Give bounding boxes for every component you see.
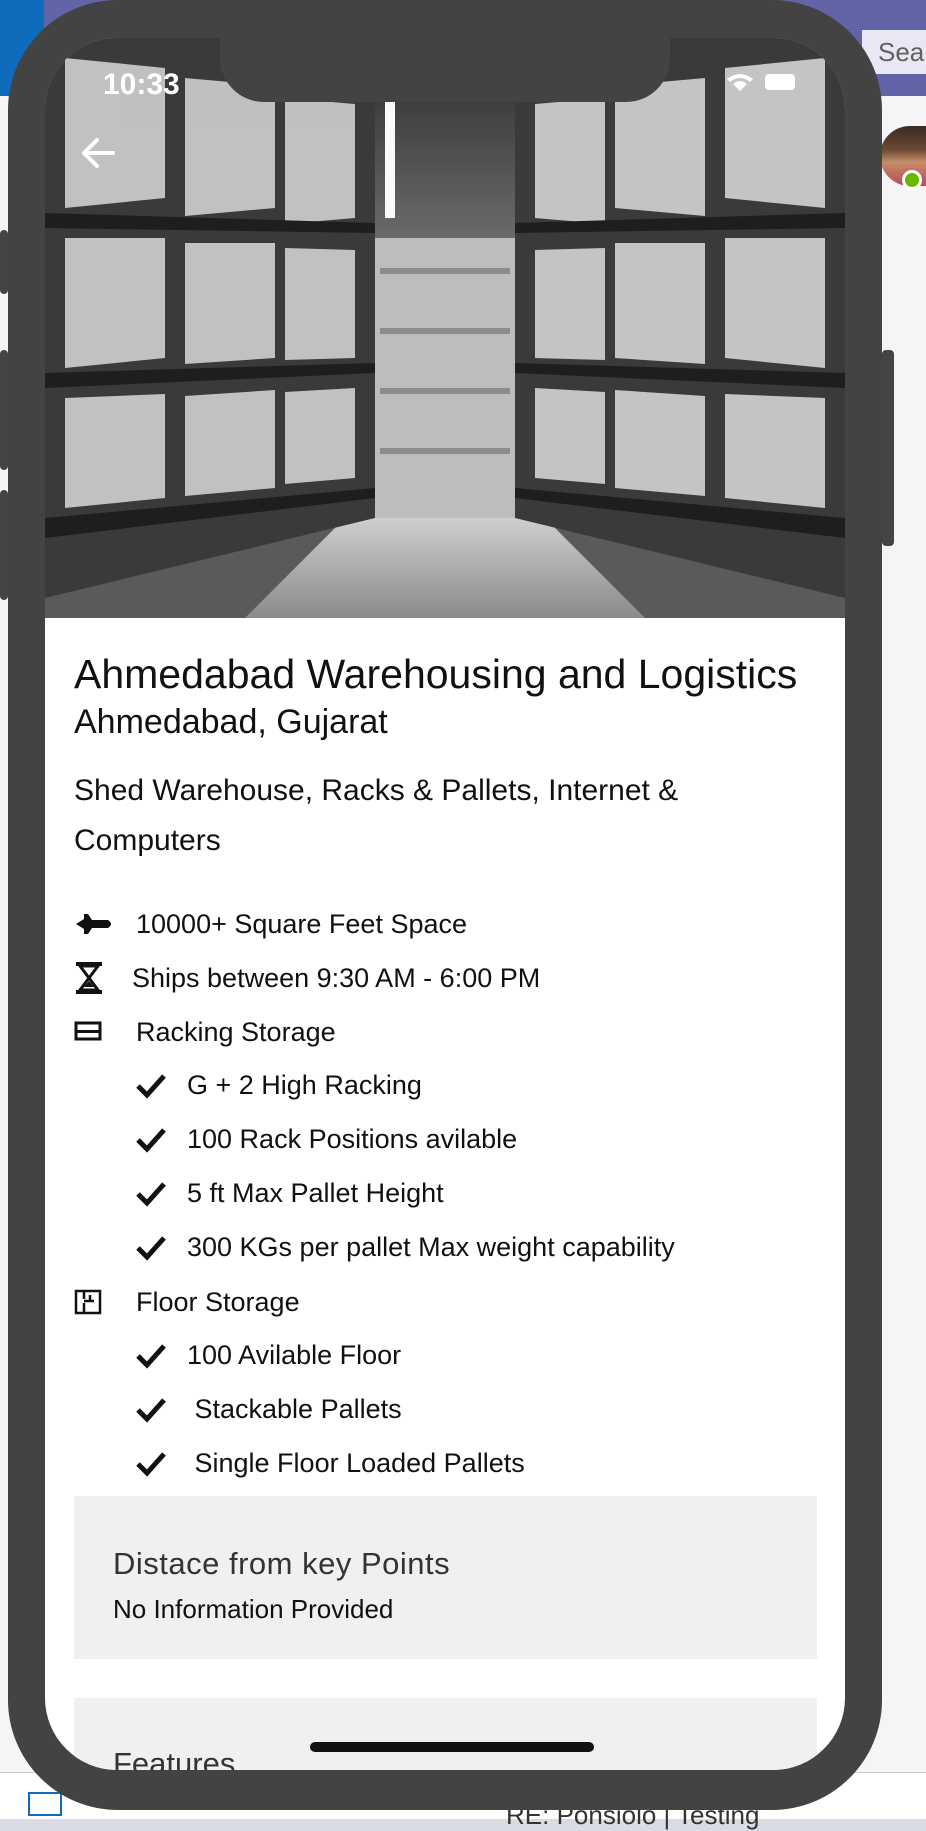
back-arrow-icon[interactable] bbox=[73, 128, 123, 178]
racking-item: G + 2 High Racking bbox=[135, 1070, 422, 1101]
floor-item: Stackable Pallets bbox=[135, 1394, 402, 1425]
features-card: Features bbox=[74, 1698, 817, 1770]
phone-screen: 10:33 Ahmedabad Warehousing and Logistic… bbox=[45, 38, 845, 1770]
listing-details: Ahmedabad Warehousing and Logistics Ahme… bbox=[74, 650, 816, 866]
desktop-edge-tab bbox=[0, 230, 8, 294]
floor-item-text: 100 Avilable Floor bbox=[187, 1340, 402, 1370]
racking-item: 300 KGs per pallet Max weight capability bbox=[135, 1232, 675, 1263]
checkmark-icon bbox=[136, 1397, 166, 1423]
distance-card: Distace from key Points No Information P… bbox=[74, 1496, 817, 1659]
distance-card-title: Distace from key Points bbox=[113, 1546, 451, 1581]
floor-item-text: Single Floor Loaded Pallets bbox=[187, 1448, 525, 1478]
floor-plan-icon bbox=[74, 1286, 116, 1318]
airplane-icon bbox=[74, 908, 116, 940]
hours-text: Ships between 9:30 AM - 6:00 PM bbox=[132, 962, 541, 993]
desktop-edge-tab bbox=[0, 490, 8, 600]
racking-item-text: 100 Rack Positions avilable bbox=[187, 1124, 518, 1154]
checkmark-icon bbox=[136, 1343, 166, 1369]
listing-title: Ahmedabad Warehousing and Logistics bbox=[74, 651, 798, 697]
racking-storage-label: Racking Storage bbox=[136, 1016, 336, 1047]
space-text: 10000+ Square Feet Space bbox=[136, 908, 468, 939]
desktop-edge-tab bbox=[882, 350, 894, 546]
checkmark-icon bbox=[136, 1127, 166, 1153]
checkmark-icon bbox=[136, 1451, 166, 1477]
distance-card-text: No Information Provided bbox=[113, 1594, 394, 1624]
features-card-title: Features bbox=[113, 1746, 236, 1770]
checkmark-icon bbox=[136, 1235, 166, 1261]
desktop-edge-tab bbox=[0, 350, 8, 470]
racking-item-text: 300 KGs per pallet Max weight capability bbox=[187, 1232, 675, 1262]
checkmark-icon bbox=[136, 1181, 166, 1207]
racking-item: 5 ft Max Pallet Height bbox=[135, 1178, 444, 1209]
racking-item-text: 5 ft Max Pallet Height bbox=[187, 1178, 444, 1208]
floor-item: Single Floor Loaded Pallets bbox=[135, 1448, 525, 1479]
status-time: 10:33 bbox=[103, 68, 180, 101]
racking-item-text: G + 2 High Racking bbox=[187, 1070, 422, 1100]
space-row: 10000+ Square Feet Space bbox=[74, 908, 467, 940]
hours-row: Ships between 9:30 AM - 6:00 PM bbox=[74, 962, 540, 994]
floor-storage-row: Floor Storage bbox=[74, 1286, 300, 1318]
racking-item: 100 Rack Positions avilable bbox=[135, 1124, 517, 1155]
wifi-icon bbox=[727, 74, 753, 91]
hourglass-icon bbox=[74, 962, 116, 994]
checkmark-icon bbox=[136, 1073, 166, 1099]
mail-icon[interactable] bbox=[28, 1792, 62, 1816]
listing-location: Ahmedabad, Gujarat bbox=[74, 703, 388, 741]
phone-frame: 10:33 Ahmedabad Warehousing and Logistic… bbox=[8, 0, 882, 1810]
warehouse-hero-image bbox=[45, 38, 845, 618]
listing-facilities: Shed Warehouse, Racks & Pallets, Interne… bbox=[74, 774, 679, 857]
floor-item-text: Stackable Pallets bbox=[187, 1394, 402, 1424]
home-indicator[interactable] bbox=[310, 1742, 594, 1752]
battery-icon bbox=[765, 74, 795, 90]
floor-storage-label: Floor Storage bbox=[136, 1286, 300, 1317]
phone-notch bbox=[220, 38, 670, 102]
racking-storage-row: Racking Storage bbox=[74, 1016, 336, 1048]
floor-item: 100 Avilable Floor bbox=[135, 1340, 401, 1371]
presence-status-icon bbox=[902, 170, 922, 190]
rack-icon bbox=[74, 1016, 116, 1048]
